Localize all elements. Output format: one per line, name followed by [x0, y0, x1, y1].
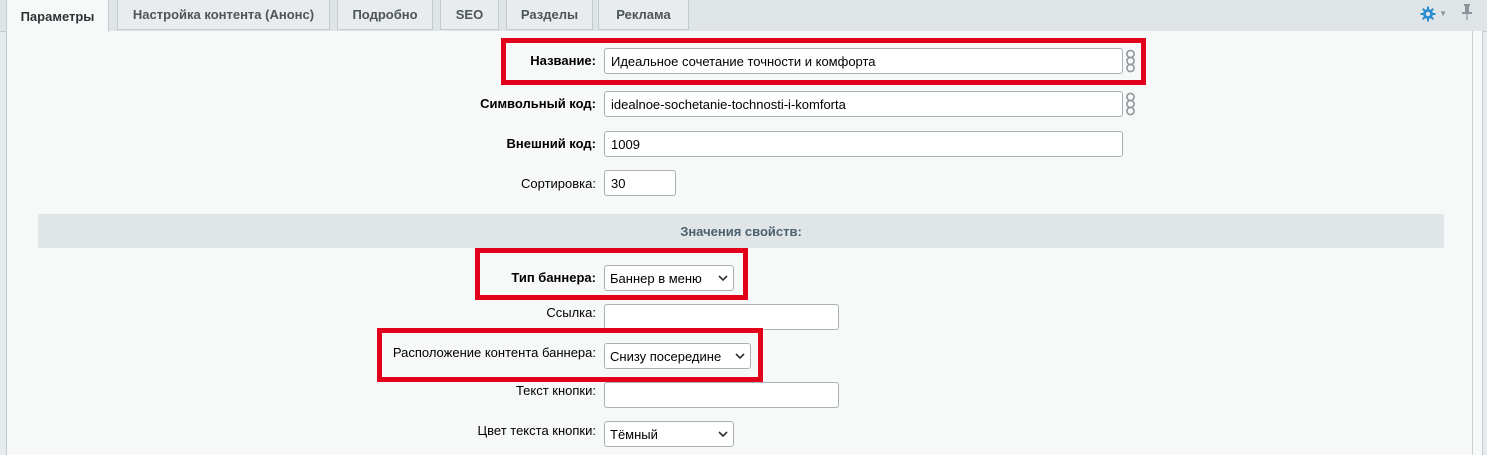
chain-link-icon — [1126, 92, 1135, 116]
tab-announce-content[interactable]: Настройка контента (Анонс) — [117, 0, 330, 30]
chevron-down-icon — [713, 431, 733, 437]
gear-icon — [1420, 6, 1436, 21]
name-label: Название: — [530, 53, 596, 68]
banner-type-value: Баннер в меню — [610, 270, 702, 286]
tab-parameters[interactable]: Параметры — [6, 0, 109, 32]
sort-input[interactable] — [604, 170, 676, 196]
name-input[interactable] — [604, 48, 1123, 74]
button-text-color-value: Тёмный — [610, 426, 658, 442]
chevron-down-icon: ▼ — [1439, 9, 1447, 18]
link-icon-code[interactable] — [1125, 92, 1136, 119]
link-input[interactable] — [604, 304, 839, 330]
tab-tools: ▼ — [1420, 3, 1473, 24]
banner-type-select[interactable]: Баннер в меню — [604, 265, 734, 291]
link-label: Ссылка: — [546, 305, 596, 320]
link-icon-name[interactable] — [1125, 49, 1136, 76]
content-position-label: Расположение контента баннера: — [392, 345, 596, 360]
tab-detail[interactable]: Подробно — [337, 0, 433, 30]
scrollbar-track[interactable] — [1472, 31, 1473, 455]
button-text-color-select[interactable]: Тёмный — [604, 421, 734, 447]
xml-id-label: Внешний код: — [506, 136, 596, 151]
tab-sections[interactable]: Разделы — [506, 0, 593, 30]
tab-seo[interactable]: SEO — [440, 0, 499, 30]
chevron-down-icon — [730, 353, 750, 359]
code-input[interactable] — [604, 91, 1123, 117]
tab-advertising[interactable]: Реклама — [598, 0, 689, 30]
pin-icon — [1462, 4, 1472, 20]
xml-id-input[interactable] — [604, 131, 1123, 157]
button-text-input[interactable] — [604, 382, 839, 408]
settings-button[interactable]: ▼ — [1420, 6, 1447, 22]
chain-link-icon — [1126, 49, 1135, 73]
button-text-color-label: Цвет текста кнопки: — [477, 423, 596, 438]
content-position-value: Снизу посередине — [610, 348, 722, 364]
properties-section-title: Значения свойств: — [680, 223, 802, 239]
button-text-label: Текст кнопки: — [515, 383, 596, 398]
banner-type-label: Тип баннера: — [511, 270, 596, 285]
chevron-down-icon — [713, 275, 733, 281]
tabs-bar: Параметры Настройка контента (Анонс) Под… — [0, 0, 1487, 32]
code-label: Символьный код: — [480, 96, 596, 111]
content-position-select[interactable]: Снизу посередине — [604, 343, 751, 369]
sort-label: Сортировка: — [521, 176, 596, 191]
pin-button[interactable] — [1461, 3, 1473, 24]
properties-section-header: Значения свойств: — [38, 214, 1444, 248]
